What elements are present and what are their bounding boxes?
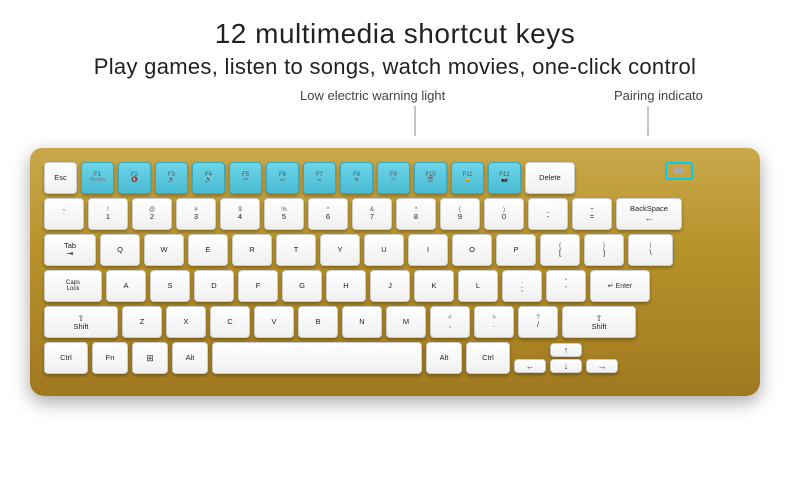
key-f10[interactable]: F10🖥 xyxy=(414,162,447,194)
annotation-pairing: Pairing indicato xyxy=(614,88,703,103)
key-arrow-right[interactable]: → xyxy=(586,359,618,373)
key-t[interactable]: T xyxy=(276,234,316,266)
key-f6[interactable]: F6⏭ xyxy=(266,162,299,194)
key-2[interactable]: @2 xyxy=(132,198,172,230)
key-backslash[interactable]: |\ xyxy=(628,234,673,266)
keyboard-wrapper: Esc F1Media F2🔇 F3🔉 F4🔊 F5⏮ F6⏭ F7⏯ F8■ … xyxy=(30,148,760,396)
key-r[interactable]: R xyxy=(232,234,272,266)
key-3[interactable]: #3 xyxy=(176,198,216,230)
key-v[interactable]: V xyxy=(254,306,294,338)
pairing-indicator-box xyxy=(665,162,693,180)
key-f7[interactable]: F7⏯ xyxy=(303,162,336,194)
key-fn[interactable]: Fn xyxy=(92,342,128,374)
key-s[interactable]: S xyxy=(150,270,190,302)
key-quote[interactable]: "' xyxy=(546,270,586,302)
key-slash[interactable]: ?/ xyxy=(518,306,558,338)
arrow-cluster: ↑ ← ↓ → xyxy=(514,343,618,373)
bottom-row: Ctrl Fn ⊞ Alt Alt Ctrl ↑ ← ↓ → xyxy=(44,342,746,374)
key-7[interactable]: &7 xyxy=(352,198,392,230)
key-j[interactable]: J xyxy=(370,270,410,302)
key-delete[interactable]: Delete xyxy=(525,162,575,194)
key-comma[interactable]: <, xyxy=(430,306,470,338)
key-f5[interactable]: F5⏮ xyxy=(229,162,262,194)
zxcv-row: ⇧Shift Z X C V B N M <, >. ?/ ⇧Shift xyxy=(44,306,746,338)
keyboard: Esc F1Media F2🔇 F3🔉 F4🔊 F5⏮ F6⏭ F7⏯ F8■ … xyxy=(30,148,760,396)
key-f3[interactable]: F3🔉 xyxy=(155,162,188,194)
key-9[interactable]: (9 xyxy=(440,198,480,230)
key-q[interactable]: Q xyxy=(100,234,140,266)
key-u[interactable]: U xyxy=(364,234,404,266)
key-1[interactable]: !1 xyxy=(88,198,128,230)
key-lbracket[interactable]: {[ xyxy=(540,234,580,266)
key-n[interactable]: N xyxy=(342,306,382,338)
key-8[interactable]: *8 xyxy=(396,198,436,230)
key-x[interactable]: X xyxy=(166,306,206,338)
key-b[interactable]: B xyxy=(298,306,338,338)
key-capslock[interactable]: Caps Lock xyxy=(44,270,102,302)
key-rshift[interactable]: ⇧Shift xyxy=(562,306,636,338)
key-space[interactable] xyxy=(212,342,422,374)
key-semicolon[interactable]: :; xyxy=(502,270,542,302)
key-esc[interactable]: Esc xyxy=(44,162,77,194)
key-lshift[interactable]: ⇧Shift xyxy=(44,306,118,338)
key-m[interactable]: M xyxy=(386,306,426,338)
key-equals[interactable]: += xyxy=(572,198,612,230)
key-k[interactable]: K xyxy=(414,270,454,302)
key-h[interactable]: H xyxy=(326,270,366,302)
key-f11[interactable]: F11🔒 xyxy=(451,162,484,194)
key-win[interactable]: ⊞ xyxy=(132,342,168,374)
key-f12[interactable]: F12📷 xyxy=(488,162,521,194)
key-f[interactable]: F xyxy=(238,270,278,302)
key-arrow-up[interactable]: ↑ xyxy=(550,343,582,357)
key-lalt[interactable]: Alt xyxy=(172,342,208,374)
key-c[interactable]: C xyxy=(210,306,250,338)
annotation-low-electric: Low electric warning light xyxy=(300,88,445,103)
key-i[interactable]: I xyxy=(408,234,448,266)
key-rctrl[interactable]: Ctrl xyxy=(466,342,510,374)
key-0[interactable]: )0 xyxy=(484,198,524,230)
number-row: ~` !1 @2 #3 $4 %5 ^6 &7 *8 (9 )0 _- += B… xyxy=(44,198,746,230)
key-g[interactable]: G xyxy=(282,270,322,302)
key-f4[interactable]: F4🔊 xyxy=(192,162,225,194)
pairing-led xyxy=(674,168,684,174)
title-line2: Play games, listen to songs, watch movie… xyxy=(94,54,696,80)
function-key-row: Esc F1Media F2🔇 F3🔉 F4🔊 F5⏮ F6⏭ F7⏯ F8■ … xyxy=(44,162,746,194)
qwerty-row: Tab⇥ Q W E R T Y U I O P {[ }] |\ xyxy=(44,234,746,266)
key-a[interactable]: A xyxy=(106,270,146,302)
key-l[interactable]: L xyxy=(458,270,498,302)
key-f9[interactable]: F9✉ xyxy=(377,162,410,194)
key-lctrl[interactable]: Ctrl xyxy=(44,342,88,374)
key-f2[interactable]: F2🔇 xyxy=(118,162,151,194)
key-enter[interactable]: ↵ Enter xyxy=(590,270,650,302)
key-e[interactable]: E xyxy=(188,234,228,266)
key-f1[interactable]: F1Media xyxy=(81,162,114,194)
key-y[interactable]: Y xyxy=(320,234,360,266)
key-minus[interactable]: _- xyxy=(528,198,568,230)
key-arrow-down[interactable]: ↓ xyxy=(550,359,582,373)
title-line1: 12 multimedia shortcut keys xyxy=(94,18,696,50)
key-tab[interactable]: Tab⇥ xyxy=(44,234,96,266)
key-tilde[interactable]: ~` xyxy=(44,198,84,230)
key-w[interactable]: W xyxy=(144,234,184,266)
asdf-row: Caps Lock A S D F G H J K L :; "' ↵ Ente… xyxy=(44,270,746,302)
key-z[interactable]: Z xyxy=(122,306,162,338)
key-arrow-left[interactable]: ← xyxy=(514,359,546,373)
key-rbracket[interactable]: }] xyxy=(584,234,624,266)
key-backspace[interactable]: BackSpace← xyxy=(616,198,682,230)
key-f8[interactable]: F8■ xyxy=(340,162,373,194)
key-o[interactable]: O xyxy=(452,234,492,266)
header-section: 12 multimedia shortcut keys Play games, … xyxy=(94,0,696,80)
key-4[interactable]: $4 xyxy=(220,198,260,230)
key-p[interactable]: P xyxy=(496,234,536,266)
page-container: 12 multimedia shortcut keys Play games, … xyxy=(0,0,790,504)
key-5[interactable]: %5 xyxy=(264,198,304,230)
key-ralt[interactable]: Alt xyxy=(426,342,462,374)
key-6[interactable]: ^6 xyxy=(308,198,348,230)
key-period[interactable]: >. xyxy=(474,306,514,338)
key-d[interactable]: D xyxy=(194,270,234,302)
